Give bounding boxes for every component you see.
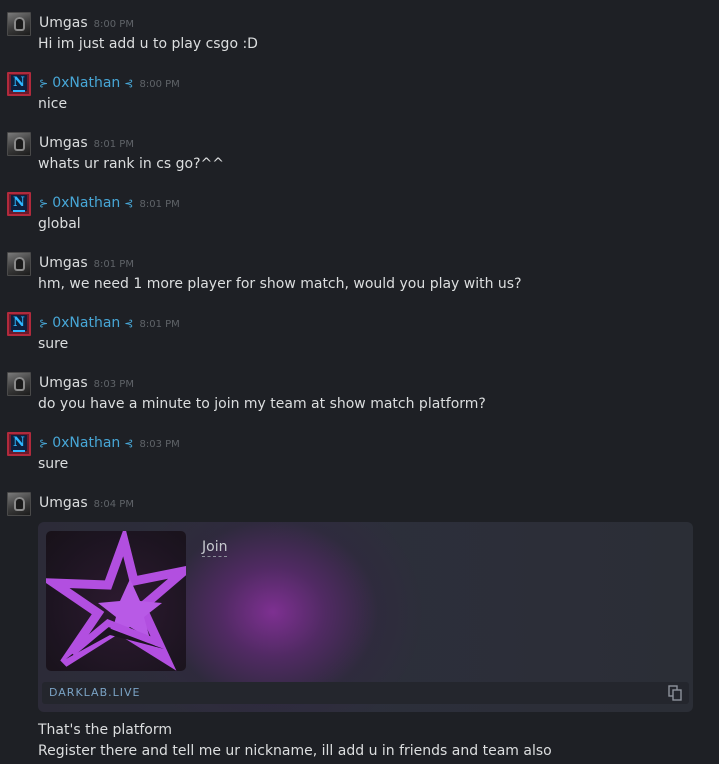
- sender-name[interactable]: 0xNathan: [52, 195, 120, 211]
- sender-name[interactable]: 0xNathan: [52, 75, 120, 91]
- message-header: Umgas 8:01 PM: [39, 253, 134, 271]
- link-embed[interactable]: Join DARKLAB.LIVE: [38, 522, 693, 712]
- message-header: Umgas 8:00 PM: [39, 13, 134, 31]
- message-text: sure: [38, 456, 69, 472]
- avatar[interactable]: N: [7, 312, 31, 336]
- avatar[interactable]: [7, 12, 31, 36]
- nickname-chevron-icon: ⊰: [124, 197, 134, 210]
- avatar[interactable]: [7, 132, 31, 156]
- sender-name[interactable]: 0xNathan: [52, 315, 120, 331]
- message-header: Umgas 8:01 PM: [39, 133, 134, 151]
- nickname-chevron-icon: ⊰: [124, 317, 134, 330]
- embed-title-link[interactable]: Join: [202, 539, 228, 557]
- message-text: nice: [38, 96, 68, 112]
- avatar[interactable]: N: [7, 72, 31, 96]
- avatar[interactable]: N: [7, 192, 31, 216]
- timestamp: 8:01 PM: [139, 319, 180, 330]
- message-header: ⊱ 0xNathan ⊰ 8:00 PM: [39, 73, 180, 91]
- message-text: Register there and tell me ur nickname, …: [38, 743, 552, 759]
- timestamp: 8:00 PM: [139, 79, 180, 90]
- timestamp: 8:01 PM: [93, 259, 134, 270]
- message-header: Umgas 8:03 PM: [39, 373, 134, 391]
- nickname-chevron-icon: ⊱: [39, 197, 49, 210]
- timestamp: 8:03 PM: [93, 379, 134, 390]
- avatar[interactable]: [7, 492, 31, 516]
- embed-footer: DARKLAB.LIVE: [42, 682, 689, 704]
- message-header: ⊱ 0xNathan ⊰ 8:03 PM: [39, 433, 180, 451]
- sender-name[interactable]: Umgas: [39, 495, 88, 511]
- nickname-chevron-icon: ⊱: [39, 77, 49, 90]
- nickname-chevron-icon: ⊰: [124, 77, 134, 90]
- embed-thumbnail[interactable]: [46, 531, 186, 671]
- avatar[interactable]: [7, 372, 31, 396]
- avatar[interactable]: [7, 252, 31, 276]
- timestamp: 8:04 PM: [93, 499, 134, 510]
- copy-icon[interactable]: [665, 683, 685, 703]
- nickname-chevron-icon: ⊱: [39, 317, 49, 330]
- message-header: ⊱ 0xNathan ⊰ 8:01 PM: [39, 313, 180, 331]
- sender-name[interactable]: Umgas: [39, 255, 88, 271]
- sender-name[interactable]: Umgas: [39, 375, 88, 391]
- nickname-chevron-icon: ⊰: [124, 437, 134, 450]
- message-text: sure: [38, 336, 69, 352]
- message-text: global: [38, 216, 81, 232]
- timestamp: 8:01 PM: [93, 139, 134, 150]
- timestamp: 8:00 PM: [93, 19, 134, 30]
- purple-star-logo-icon: [46, 531, 186, 671]
- chat-log: Umgas 8:00 PM Hi im just add u to play cs…: [0, 0, 719, 764]
- sender-name[interactable]: Umgas: [39, 15, 88, 31]
- message-text: hm, we need 1 more player for show match…: [38, 276, 522, 292]
- message-text: That's the platform: [38, 722, 172, 738]
- timestamp: 8:03 PM: [139, 439, 180, 450]
- sender-name[interactable]: Umgas: [39, 135, 88, 151]
- message-text: whats ur rank in cs go?^^: [38, 156, 224, 172]
- nickname-chevron-icon: ⊱: [39, 437, 49, 450]
- message-text: do you have a minute to join my team at …: [38, 396, 486, 412]
- embed-domain[interactable]: DARKLAB.LIVE: [49, 685, 140, 701]
- sender-name[interactable]: 0xNathan: [52, 435, 120, 451]
- message-header: Umgas 8:04 PM: [39, 493, 134, 511]
- message-text: Hi im just add u to play csgo :D: [38, 36, 258, 52]
- timestamp: 8:01 PM: [139, 199, 180, 210]
- avatar[interactable]: N: [7, 432, 31, 456]
- message-header: ⊱ 0xNathan ⊰ 8:01 PM: [39, 193, 180, 211]
